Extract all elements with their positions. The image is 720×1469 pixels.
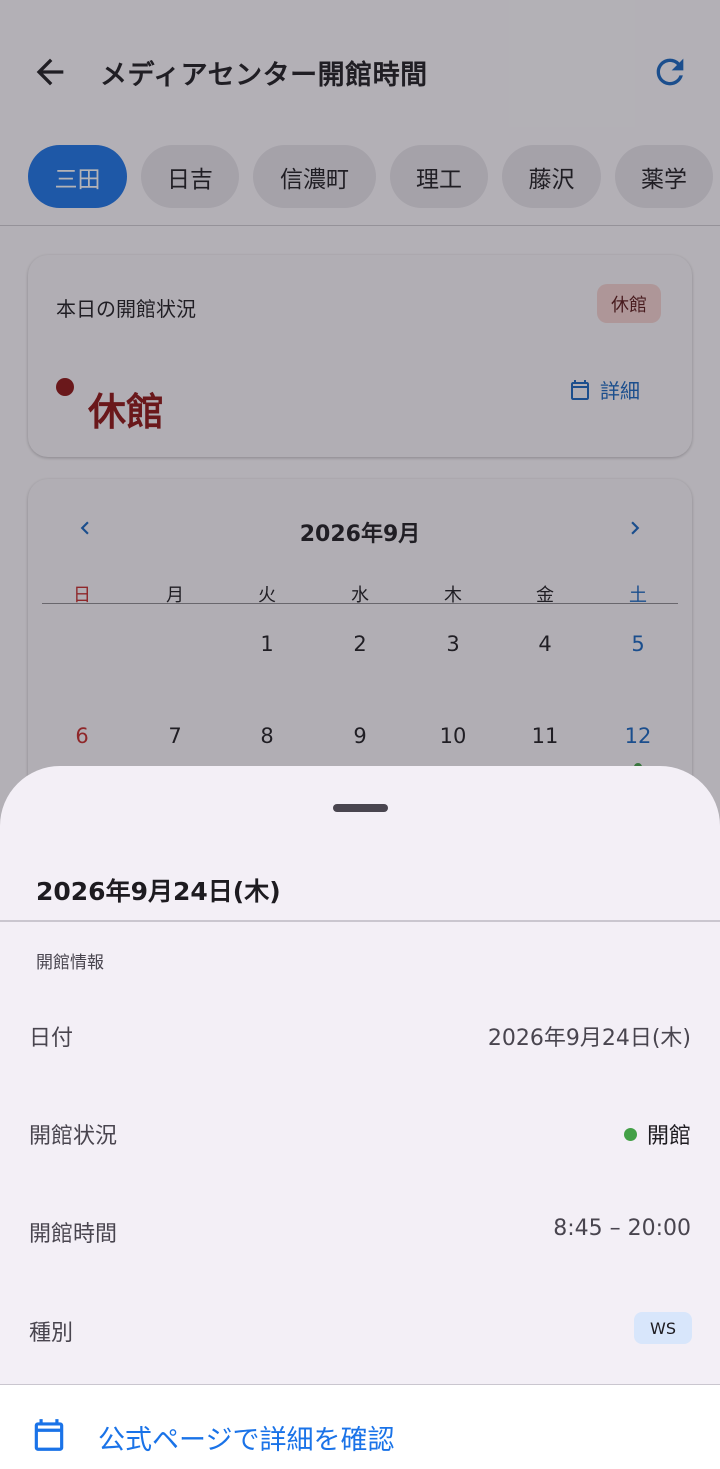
calendar-icon	[34, 1419, 64, 1451]
official-page-button[interactable]: 公式ページで詳細を確認	[0, 1384, 720, 1469]
section-label: 開館情報	[36, 953, 104, 973]
bottom-sheet: 2026年9月24日(木) 開館情報 日付 2026年9月24日(木) 開館状況…	[0, 766, 720, 1469]
type-badge: WS	[634, 1312, 692, 1344]
date-value-text: 2026年9月24日(木)	[487, 1026, 691, 1051]
open-dot	[623, 1127, 637, 1141]
sheet-title: 2026年9月24日(木)	[36, 877, 281, 906]
hours-value: 8:45 – 20:00	[553, 1216, 691, 1241]
type-label: 種別	[29, 1321, 74, 1346]
divider	[0, 920, 720, 922]
date-value: 2026年9月24日(木)	[488, 1020, 691, 1052]
date-label: 日付	[29, 1026, 74, 1051]
status-value: 開館	[623, 1118, 691, 1150]
status-label: 開館状況	[29, 1124, 118, 1149]
drag-handle[interactable]	[333, 804, 388, 812]
official-page-label: 公式ページで詳細を確認	[98, 1425, 395, 1456]
status-value-text: 開館	[646, 1124, 691, 1149]
hours-value-text: 8:45 – 20:00	[553, 1216, 691, 1241]
hours-label: 開館時間	[29, 1222, 118, 1247]
